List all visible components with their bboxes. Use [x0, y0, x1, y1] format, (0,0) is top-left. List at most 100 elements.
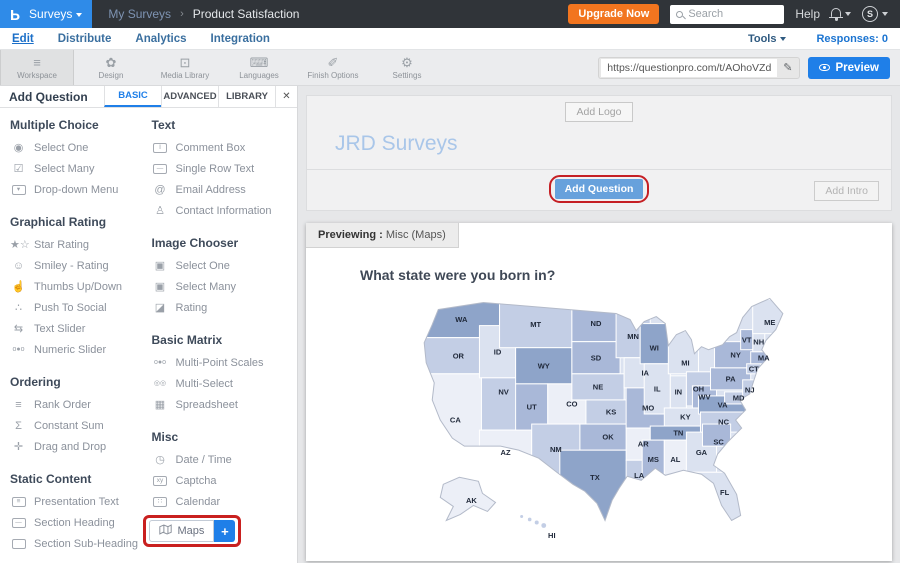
nav-tab-integration[interactable]: Integration: [211, 33, 270, 45]
eye-icon: [819, 64, 830, 71]
preview-button[interactable]: Preview: [808, 57, 890, 79]
person-icon: ♙: [152, 205, 169, 217]
breadcrumb-my-surveys[interactable]: My Surveys: [108, 7, 171, 21]
question-type-select-many[interactable]: ▣Select Many: [152, 276, 294, 297]
dropdown-icon: ▾: [12, 185, 26, 195]
question-type-rank-order[interactable]: ≡Rank Order: [10, 394, 152, 415]
item-label: Multi-Select: [176, 378, 233, 390]
nav-tab-edit[interactable]: Edit: [12, 33, 34, 45]
survey-url-input[interactable]: [601, 59, 777, 77]
question-type-comment-box[interactable]: IComment Box: [152, 137, 294, 158]
us-map-svg[interactable]: WAORCAIDNVAZMTWYUTCONMNDSDNEKSOKTXMNIAMO…: [383, 287, 815, 541]
breadcrumb: My Surveys › Product Satisfaction: [108, 7, 299, 21]
add-maps-question-button[interactable]: +: [214, 520, 235, 542]
toolbar-right: ✎ Preview: [598, 50, 900, 85]
question-type-multi-point-scales[interactable]: o●oMulti-Point Scales: [152, 352, 294, 373]
state-HI[interactable]: [520, 515, 523, 518]
nav-tab-distribute[interactable]: Distribute: [58, 33, 112, 45]
us-map[interactable]: WAORCAIDNVAZMTWYUTCONMNDSDNEKSOKTXMNIAMO…: [306, 287, 892, 541]
question-type-spreadsheet[interactable]: ▦Spreadsheet: [152, 394, 294, 415]
state-label-MO: MO: [642, 404, 654, 413]
item-label: Contact Information: [176, 205, 272, 217]
add-logo-button[interactable]: Add Logo: [565, 102, 634, 122]
toolbar-workspace[interactable]: ≡Workspace: [0, 50, 74, 85]
survey-nav: Edit Distribute Analytics Integration Tools…: [0, 28, 900, 50]
state-label-PA: PA: [726, 374, 736, 383]
question-type-select-one[interactable]: ◉Select One: [10, 137, 152, 158]
toolbar-languages[interactable]: ⌨Languages: [222, 50, 296, 85]
state-label-IL: IL: [654, 384, 661, 393]
question-type-email-address[interactable]: @Email Address: [152, 179, 294, 200]
state-label-AL: AL: [670, 455, 680, 464]
global-search[interactable]: [670, 5, 784, 24]
section-heading-image-chooser: Image Chooser: [152, 236, 294, 250]
question-type-select-one[interactable]: ▣Select One: [152, 255, 294, 276]
numeric-slider-icon: o●o: [10, 344, 27, 356]
item-label: Section Heading: [34, 517, 115, 529]
search-input[interactable]: [688, 8, 778, 20]
close-icon[interactable]: ✕: [275, 86, 297, 107]
responses-link[interactable]: Responses: 0: [816, 33, 888, 45]
nav-tabs: Edit Distribute Analytics Integration: [12, 33, 270, 45]
question-type-contact-information[interactable]: ♙ Contact Information: [152, 200, 294, 221]
survey-title[interactable]: JRD Surveys: [335, 132, 891, 156]
state-label-SC: SC: [713, 438, 724, 447]
help-link[interactable]: Help: [795, 7, 820, 21]
logo-row: Add Logo: [307, 96, 891, 122]
state-label-TX: TX: [590, 473, 600, 482]
question-type-date-time[interactable]: ◷Date / Time: [152, 449, 294, 470]
chevron-down-icon: [882, 12, 888, 16]
add-intro-button[interactable]: Add Intro: [814, 181, 879, 201]
question-type-section-heading[interactable]: —Section Heading: [10, 512, 152, 533]
question-type-single-row-text[interactable]: —Single Row Text: [152, 158, 294, 179]
question-type-select-many[interactable]: ☑Select Many: [10, 158, 152, 179]
state-label-AR: AR: [638, 440, 649, 449]
panel-tab-basic[interactable]: BASIC: [104, 86, 161, 107]
item-label: Multi-Point Scales: [176, 357, 264, 369]
panel-tab-library[interactable]: LIBRARY: [218, 86, 275, 107]
state-label-WY: WY: [538, 361, 550, 370]
question-type-captcha[interactable]: xyCaptcha: [152, 470, 294, 491]
question-type-star-rating[interactable]: ★☆Star Rating: [10, 234, 152, 255]
toolbar-settings[interactable]: ⚙Settings: [370, 50, 444, 85]
notifications-button[interactable]: [831, 11, 851, 17]
question-type-presentation-text[interactable]: ≡Presentation Text: [10, 491, 152, 512]
tools-menu[interactable]: Tools: [748, 33, 787, 45]
question-type-numeric-slider[interactable]: o●oNumeric Slider: [10, 339, 152, 360]
panel-tab-advanced[interactable]: ADVANCED: [161, 86, 218, 107]
survey-url-field[interactable]: ✎: [598, 57, 799, 79]
question-type-thumbs-up-down[interactable]: ☝Thumbs Up/Down: [10, 276, 152, 297]
question-type-smiley-rating[interactable]: ☺Smiley - Rating: [10, 255, 152, 276]
item-label: Drop-down Menu: [34, 184, 118, 196]
question-type-section-sub-heading[interactable]: Section Sub-Heading: [10, 533, 152, 554]
toolbar-label: Languages: [239, 71, 279, 80]
toolbar-media-library[interactable]: ⊡Media Library: [148, 50, 222, 85]
question-type-rating[interactable]: ◪Rating: [152, 297, 294, 318]
bell-icon: [831, 8, 841, 17]
nav-tab-analytics[interactable]: Analytics: [135, 33, 186, 45]
state-HI[interactable]: [541, 523, 546, 528]
state-CA[interactable]: [421, 374, 481, 454]
question-type-push-to-social[interactable]: ∴Push To Social: [10, 297, 152, 318]
question-type-drop-down-menu[interactable]: ▾ Drop-down Menu: [10, 179, 152, 200]
state-HI[interactable]: [528, 518, 532, 522]
question-type-multi-select[interactable]: ◎◎Multi-Select: [152, 373, 294, 394]
account-menu[interactable]: S: [862, 6, 888, 22]
toolbar-design[interactable]: ✿Design: [74, 50, 148, 85]
chevron-down-icon: [780, 37, 786, 41]
maps-highlight-ring: Maps+: [143, 515, 242, 547]
question-type-drag-and-drop[interactable]: ✛Drag and Drop: [10, 436, 152, 457]
question-type-constant-sum[interactable]: ΣConstant Sum: [10, 415, 152, 436]
toolbar-finish-options[interactable]: ✐Finish Options: [296, 50, 370, 85]
state-label-KS: KS: [606, 408, 616, 417]
question-type-text-slider[interactable]: ⇆Text Slider: [10, 318, 152, 339]
product-switcher[interactable]: Surveys: [29, 7, 82, 21]
edit-url-pencil-icon[interactable]: ✎: [777, 61, 798, 74]
add-question-button[interactable]: Add Question: [555, 179, 644, 199]
question-type-calendar[interactable]: ∷Calendar: [152, 491, 294, 512]
state-label-VT: VT: [742, 335, 752, 344]
app-logo[interactable]: P Surveys: [0, 0, 92, 28]
question-type-maps[interactable]: Maps: [149, 520, 215, 542]
upgrade-now-button[interactable]: Upgrade Now: [568, 4, 659, 24]
state-HI[interactable]: [535, 520, 539, 524]
